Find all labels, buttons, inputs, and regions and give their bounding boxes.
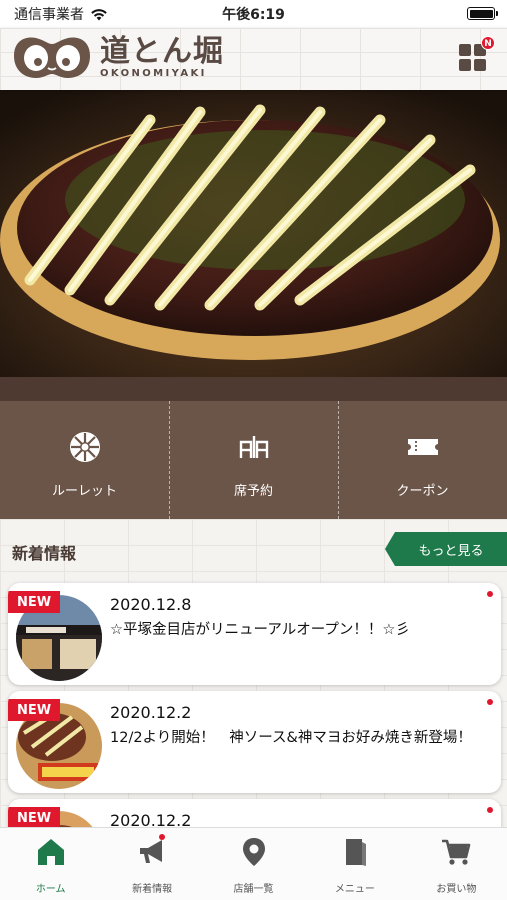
quick-item-roulette[interactable]: ルーレット	[0, 401, 169, 519]
unread-dot	[487, 699, 493, 705]
status-bar: 通信事業者 午後6:19	[0, 0, 507, 28]
news-section-title: 新着情報	[12, 544, 77, 563]
carrier-name: 通信事業者	[14, 7, 84, 23]
tab-stores[interactable]: 店舗一覧	[203, 828, 304, 900]
tab-bar: ホーム 新着情報 店舗一覧 メニュー お買い物	[0, 827, 507, 900]
news-date: 2020.12.2	[110, 703, 192, 722]
tab-label-menu: メニュー	[334, 884, 375, 895]
tab-menu[interactable]: メニュー	[304, 828, 405, 900]
app-header: 道とん堀 OKONOMIYAKI N	[0, 28, 507, 90]
tab-shopping[interactable]: お買い物	[406, 828, 507, 900]
see-more-button[interactable]: もっと見る	[385, 532, 507, 566]
new-badge: NEW	[8, 699, 60, 721]
battery-icon	[467, 7, 498, 20]
news-card[interactable]: NEW 2020.12.8 ☆平塚金目店がリニューアルオープン！！☆彡	[8, 583, 501, 685]
quick-item-coupon[interactable]: クーポン	[338, 401, 507, 519]
quick-label-roulette: ルーレット	[51, 483, 117, 499]
tab-label-news: 新着情報	[132, 884, 173, 895]
notification-badge: N	[481, 36, 495, 50]
grid-menu-button[interactable]: N	[459, 36, 495, 72]
news-date: 2020.12.8	[110, 595, 192, 614]
roulette-icon	[69, 431, 100, 462]
coupon-icon	[407, 438, 438, 455]
wifi-icon	[91, 8, 107, 20]
tab-news[interactable]: 新着情報	[101, 828, 202, 900]
tab-label-home: ホーム	[35, 884, 66, 895]
tab-label-stores: 店舗一覧	[233, 884, 274, 895]
news-text: 12/2より開始！ 神ソース&神マヨお好み焼き新登場！	[110, 730, 472, 746]
quick-item-seat-reservation[interactable]: 席予約	[169, 401, 338, 519]
home-icon	[37, 839, 64, 865]
seat-reservation-icon	[239, 435, 268, 458]
hero-image-okonomiyaki	[0, 90, 507, 377]
unread-dot	[487, 591, 493, 597]
new-badge: NEW	[8, 807, 60, 829]
brand-logo[interactable]: 道とん堀 OKONOMIYAKI	[12, 34, 224, 80]
quick-menu: ルーレット 席予約 クーポン	[0, 401, 507, 519]
new-badge: NEW	[8, 591, 60, 613]
carrier-info: 通信事業者	[14, 4, 108, 24]
tab-label-shopping: お買い物	[436, 884, 477, 895]
menu-book-icon	[345, 839, 366, 866]
map-pin-icon	[242, 838, 265, 866]
quick-label-coupon: クーポン	[396, 483, 449, 499]
news-card[interactable]: NEW 2020.12.2 12/2より開始！ 神ソース&神マヨお好み焼き新登場…	[8, 691, 501, 793]
megaphone-icon	[140, 840, 163, 863]
tab-home[interactable]: ホーム	[0, 828, 101, 900]
news-text: ☆平塚金目店がリニューアルオープン！！☆彡	[110, 622, 410, 638]
hero-bottom-strip	[0, 377, 507, 401]
logo-english: OKONOMIYAKI	[100, 67, 207, 79]
quick-label-seat-reservation: 席予約	[233, 483, 273, 499]
logo-japanese: 道とん堀	[100, 33, 224, 69]
raccoon-mask-icon	[14, 37, 90, 78]
unread-dot	[487, 807, 493, 813]
cart-icon	[442, 839, 471, 865]
